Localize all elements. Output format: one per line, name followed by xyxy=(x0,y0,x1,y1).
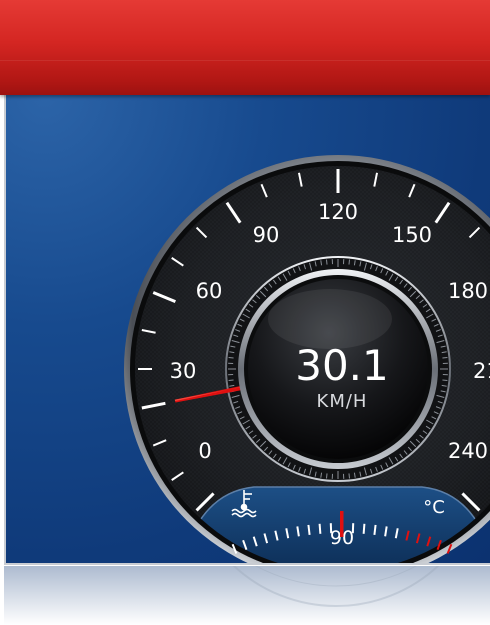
hub-fine-tick xyxy=(326,259,328,265)
hub-fine-tick xyxy=(442,379,448,381)
speed-label-180: 180 xyxy=(448,279,488,303)
temperature-tick xyxy=(373,524,377,535)
temperature-unit-label: °C xyxy=(423,497,445,518)
temperature-tick xyxy=(307,524,311,535)
speed-label-150: 150 xyxy=(392,223,432,247)
hub-fine-tick xyxy=(348,473,350,479)
hub-fine-tick xyxy=(228,357,234,359)
hub-fine-tick xyxy=(326,473,328,479)
hub-fine-tick xyxy=(348,259,350,265)
speed-label-90: 90 xyxy=(253,223,280,247)
temperature-needle xyxy=(340,511,344,537)
speed-readout: 30.1 xyxy=(295,341,389,390)
top-banner xyxy=(0,0,490,95)
temperature-tick xyxy=(362,523,366,534)
hub-fine-tick xyxy=(228,379,234,381)
speed-label-210: 210 xyxy=(473,359,490,383)
dashboard-panel: 90 °C 0 30 60 90 120 150 180 210 240 xyxy=(4,95,490,565)
speed-label-240: 240 xyxy=(448,439,488,463)
gauge-reflection xyxy=(4,566,490,625)
hub-fine-tick xyxy=(442,357,448,359)
speedometer-svg: 90 °C 0 30 60 90 120 150 180 210 240 xyxy=(124,155,490,563)
speed-label-120: 120 xyxy=(318,200,358,224)
speed-label-0: 0 xyxy=(198,439,211,463)
temperature-tick xyxy=(318,523,322,534)
speed-label-30: 30 xyxy=(170,359,197,383)
speed-unit-label: KM/H xyxy=(317,391,368,412)
speed-label-60: 60 xyxy=(196,279,223,303)
